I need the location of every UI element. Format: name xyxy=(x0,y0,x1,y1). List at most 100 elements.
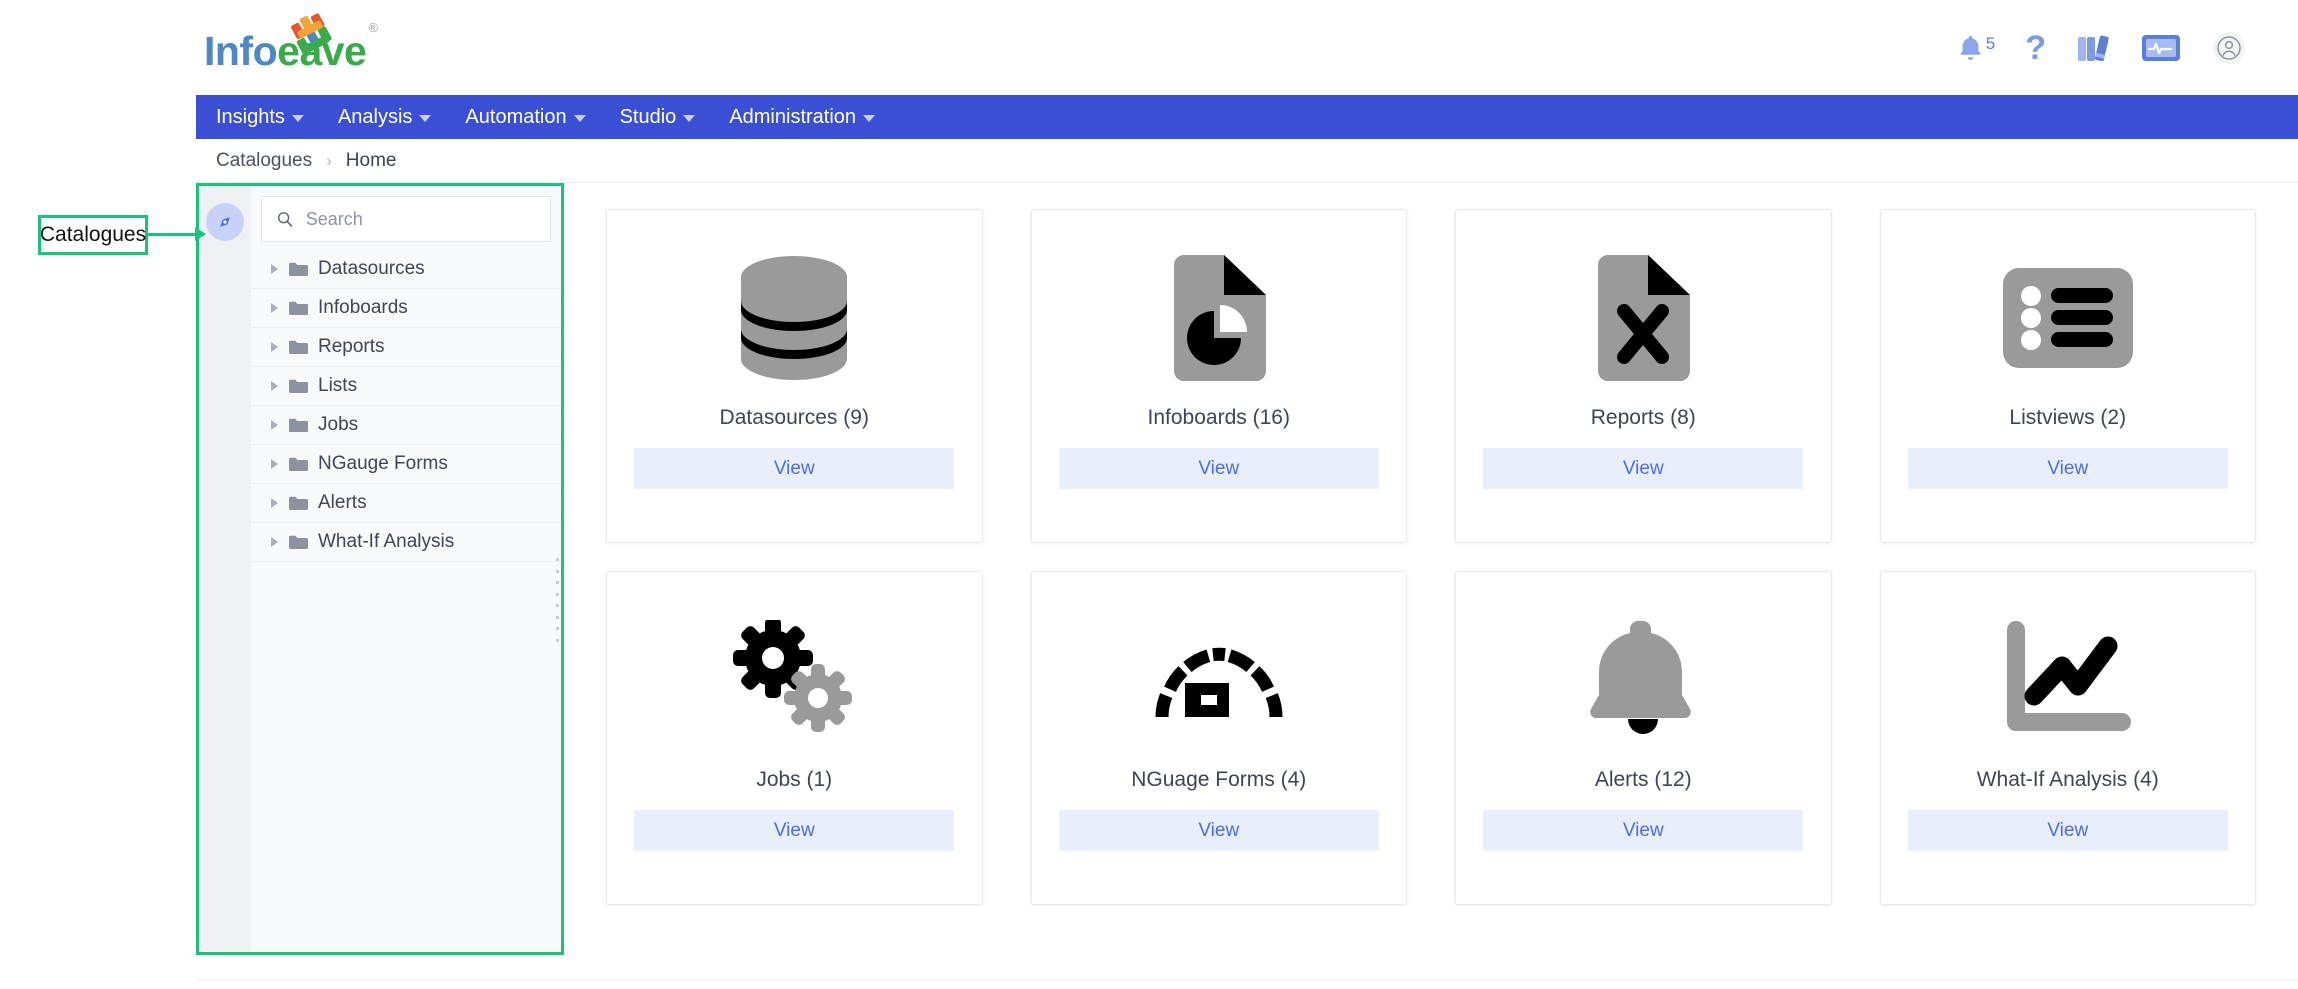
chevron-right-icon[interactable] xyxy=(271,303,278,313)
breadcrumb-separator-icon: › xyxy=(326,150,332,170)
monitor-pulse-icon xyxy=(2142,34,2180,61)
folder-icon xyxy=(288,456,308,472)
chevron-down-icon xyxy=(291,115,304,122)
tree-item-label: Alerts xyxy=(318,492,367,513)
tree-item-infoboards[interactable]: Infoboards xyxy=(251,289,561,328)
tree-item-label: NGauge Forms xyxy=(318,453,448,474)
tree-item-ngauge-forms[interactable]: NGauge Forms xyxy=(251,445,561,484)
registered-mark: ® xyxy=(368,19,378,35)
notifications-button[interactable]: 5 xyxy=(1957,33,1995,63)
catalogues-sidebar: Datasources Infoboards xyxy=(196,183,564,955)
infoveave-logo[interactable]: Info eave ® xyxy=(204,12,378,74)
card-what-if-analysis[interactable]: What-If Analysis (4) View xyxy=(1879,571,2256,905)
chevron-right-icon[interactable] xyxy=(271,420,278,430)
application-window: Info eave ® 5 ? Insights Analysis Automa… xyxy=(196,0,2298,989)
card-title: Reports (8) xyxy=(1590,406,1696,429)
card-row-1: Datasources (9) View Infoboards (16) Vie… xyxy=(606,209,2256,543)
tree-item-jobs[interactable]: Jobs xyxy=(251,406,561,445)
tree-item-reports[interactable]: Reports xyxy=(251,328,561,367)
logo-text-primary: Info xyxy=(204,27,278,74)
nav-label: Administration xyxy=(729,105,857,128)
chevron-right-icon[interactable] xyxy=(271,264,278,274)
card-jobs[interactable]: Jobs (1) View xyxy=(606,571,983,905)
bell-large-icon xyxy=(1583,606,1703,754)
listview-icon xyxy=(2001,244,2135,392)
tree-item-label: Reports xyxy=(318,336,385,357)
card-title: What-If Analysis (4) xyxy=(1976,768,2159,791)
nav-label: Analysis xyxy=(337,105,413,128)
tree-item-datasources[interactable]: Datasources xyxy=(251,250,561,289)
weave-logo-mark xyxy=(290,9,342,55)
body-area: Datasources Infoboards xyxy=(196,183,2298,979)
app-root: Catalogues Info eave ® 5 ? Insights Anal… xyxy=(0,0,2298,989)
chevron-right-icon[interactable] xyxy=(271,498,278,508)
search-input[interactable] xyxy=(305,208,536,230)
document-excel-icon xyxy=(1588,244,1698,392)
chevron-right-icon[interactable] xyxy=(271,342,278,352)
sidebar-rail xyxy=(199,186,251,952)
card-reports[interactable]: Reports (8) View xyxy=(1455,209,1832,543)
chevron-down-icon xyxy=(683,115,696,122)
main-navigation-bar: Insights Analysis Automation Studio Admi… xyxy=(196,95,2298,139)
system-monitor-button[interactable] xyxy=(2140,32,2182,64)
annotation-label: Catalogues xyxy=(39,223,147,246)
card-datasources[interactable]: Datasources (9) View xyxy=(606,209,983,543)
nav-item-studio[interactable]: Studio xyxy=(608,106,718,129)
user-account-button[interactable] xyxy=(2212,31,2246,65)
view-button[interactable]: View xyxy=(1058,448,1379,489)
breadcrumb: Catalogues › Home xyxy=(196,139,2298,183)
tree-item-what-if-analysis[interactable]: What-If Analysis xyxy=(251,523,561,562)
resize-dot xyxy=(556,627,559,631)
breadcrumb-root[interactable]: Catalogues xyxy=(216,150,312,172)
help-icon: ? xyxy=(2025,28,2046,67)
nav-label: Insights xyxy=(216,105,285,128)
tree-item-lists[interactable]: Lists xyxy=(251,367,561,406)
catalogue-cards-grid: Datasources (9) View Infoboards (16) Vie… xyxy=(564,183,2298,979)
view-button[interactable]: View xyxy=(1907,810,2228,851)
card-row-2: Jobs (1) View NGuage Forms (4) View Aler… xyxy=(606,571,2256,905)
gauge-ng-icon xyxy=(1155,606,1283,754)
library-books-icon xyxy=(2078,35,2109,61)
tree-item-label: Infoboards xyxy=(318,297,408,318)
catalogues-compass-button[interactable] xyxy=(206,203,244,241)
folder-icon xyxy=(288,339,308,355)
chevron-down-icon xyxy=(573,115,586,122)
card-title: Infoboards (16) xyxy=(1147,406,1290,429)
nav-item-administration[interactable]: Administration xyxy=(717,106,897,129)
sidebar-resize-handle[interactable] xyxy=(555,558,562,642)
tree-item-alerts[interactable]: Alerts xyxy=(251,484,561,523)
chevron-right-icon[interactable] xyxy=(271,537,278,547)
chevron-right-icon[interactable] xyxy=(271,459,278,469)
nav-label: Studio xyxy=(619,105,677,128)
view-button[interactable]: View xyxy=(634,810,955,851)
catalogue-tree: Datasources Infoboards Reports Lists Job… xyxy=(251,250,561,562)
sidebar-search-box[interactable] xyxy=(261,196,551,242)
card-alerts[interactable]: Alerts (12) View xyxy=(1455,571,1832,905)
card-infoboards[interactable]: Infoboards (16) View xyxy=(1030,209,1407,543)
tree-item-label: Jobs xyxy=(318,414,359,435)
view-button[interactable]: View xyxy=(1483,448,1804,489)
view-button[interactable]: View xyxy=(634,448,955,489)
chevron-down-icon xyxy=(419,115,432,122)
nav-item-automation[interactable]: Automation xyxy=(453,106,607,129)
card-nguage-forms[interactable]: NGuage Forms (4) View xyxy=(1030,571,1407,905)
gears-icon xyxy=(729,606,859,754)
nav-item-insights[interactable]: Insights xyxy=(204,106,326,129)
view-button[interactable]: View xyxy=(1483,810,1804,851)
chevron-right-icon[interactable] xyxy=(271,381,278,391)
view-button[interactable]: View xyxy=(1058,810,1379,851)
documentation-button[interactable] xyxy=(2076,32,2110,64)
search-icon xyxy=(277,212,293,227)
resize-dot xyxy=(556,638,559,642)
view-button[interactable]: View xyxy=(1907,448,2228,489)
resize-dot xyxy=(556,569,559,573)
help-button[interactable]: ? xyxy=(2025,31,2046,65)
resize-dot xyxy=(556,615,559,619)
nav-item-analysis[interactable]: Analysis xyxy=(326,106,453,129)
folder-icon xyxy=(288,261,308,277)
resize-dot xyxy=(556,558,559,561)
sidebar-content: Datasources Infoboards xyxy=(251,186,561,952)
database-icon xyxy=(732,244,856,392)
card-listviews[interactable]: Listviews (2) View xyxy=(1879,209,2256,543)
tree-item-label: Datasources xyxy=(318,258,425,279)
